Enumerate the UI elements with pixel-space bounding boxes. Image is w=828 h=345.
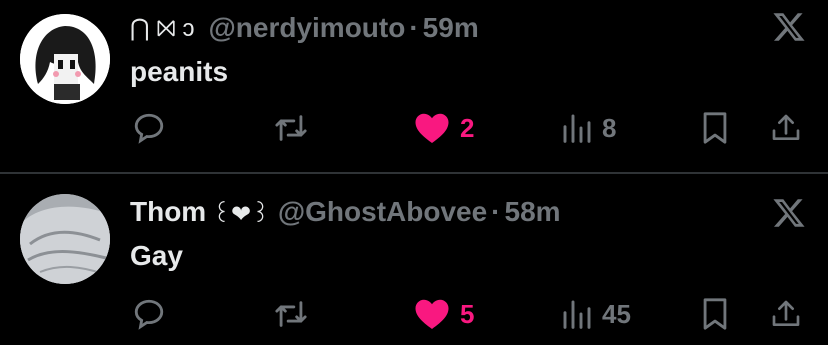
views-button[interactable]: 45 [562,294,631,334]
share-icon [772,114,800,140]
like-count: 2 [460,112,475,143]
separator-dot: · [409,12,419,43]
heart-icon [415,113,449,143]
tweet-header: Thom ꒰❤︎꒱ @GhostAbovee · 58m [130,194,561,230]
reply-button[interactable] [132,294,166,334]
tweet[interactable]: Thom ꒰❤︎꒱ @GhostAbovee · 58m Gay 5 45 [0,174,828,345]
username[interactable]: @GhostAbovee [278,196,487,228]
username[interactable]: @nerdyimouto [208,12,405,44]
display-name[interactable]: Thom [130,196,206,228]
bookmark-icon [703,298,727,330]
x-logo-icon[interactable] [772,10,806,44]
retweet-button[interactable] [272,294,310,334]
tweet-text: peanits [130,56,229,87]
reply-icon [134,299,164,330]
tweet-header: ⋂ ⨝ ɔ @nerdyimouto · 59m [130,10,479,46]
view-count: 8 [602,112,617,143]
reply-button[interactable] [132,108,166,148]
bookmark-button[interactable] [700,108,730,148]
separator-dot: · [491,196,501,227]
timestamp[interactable]: 58m [505,196,561,228]
share-icon [772,300,800,326]
view-count: 45 [602,298,631,329]
heart-icon [415,299,449,329]
bookmark-button[interactable] [700,294,730,334]
timestamp[interactable]: 59m [423,12,479,44]
tweet-actions: 5 45 [0,294,828,334]
tweet-actions: 2 8 [0,108,828,148]
share-button[interactable] [770,108,802,148]
share-button[interactable] [770,294,802,334]
like-count: 5 [460,298,475,329]
reply-icon [134,113,164,144]
tweet[interactable]: ⋂ ⨝ ɔ @nerdyimouto · 59m peanits 2 8 [0,0,828,172]
views-icon [563,114,591,143]
views-icon [563,300,591,329]
like-button[interactable]: 2 [414,108,474,148]
x-logo-icon[interactable] [772,196,806,230]
retweet-button[interactable] [272,108,310,148]
avatar[interactable] [20,14,110,104]
views-button[interactable]: 8 [562,108,616,148]
display-name-decoration[interactable]: ꒰❤︎꒱ [212,196,270,229]
display-name-decoration[interactable]: ⋂ ⨝ ɔ [130,14,194,43]
bookmark-icon [703,112,727,144]
retweet-icon [275,115,307,141]
avatar[interactable] [20,194,110,284]
tweet-text: Gay [130,240,183,271]
like-button[interactable]: 5 [414,294,474,334]
retweet-icon [275,301,307,327]
